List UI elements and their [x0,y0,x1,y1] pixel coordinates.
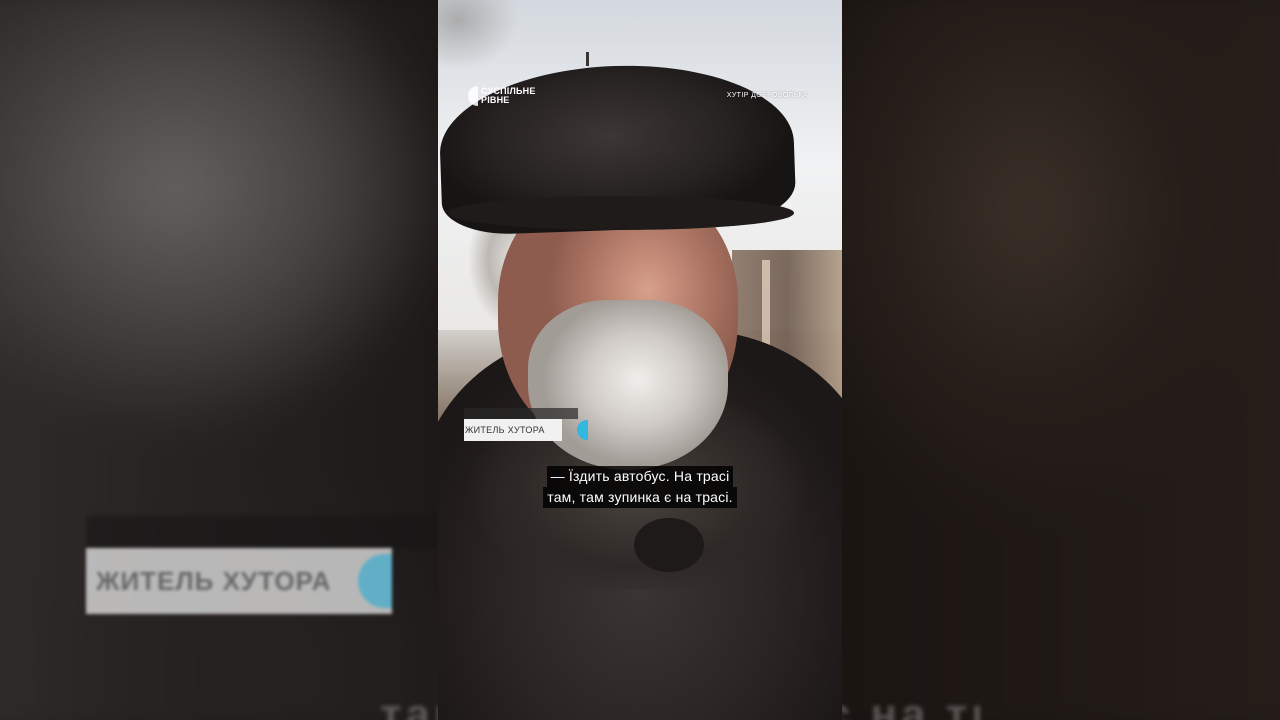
background-lower-third-bar [86,516,436,548]
background-lower-third: ЖИТЕЛЬ ХУТОРА [86,548,392,614]
logo-line-2: РІВНЕ [481,95,510,105]
subtitle: — Їздить автобус. На трасі там, там зупи… [438,466,842,508]
logo-mark-icon [468,86,478,106]
cap-stem [586,52,589,66]
tree-branches [438,0,518,90]
white-beard [528,300,728,470]
logo-text: СУСПІЛЬНЕ РІВНЕ [481,87,536,105]
channel-logo: СУСПІЛЬНЕ РІВНЕ [468,86,536,106]
location-caption: ХУТІР ДОБРОВОЛЬКА [726,92,808,99]
lower-third: ЖИТЕЛЬ ХУТОРА [464,419,588,441]
background-lower-third-label: ЖИТЕЛЬ ХУТОРА [96,565,332,596]
background-lower-third-accent [358,554,392,608]
cap-brim [448,196,794,230]
subtitle-line-2: там, там зупинка є на трасі. [543,487,737,508]
video-frame[interactable]: СУСПІЛЬНЕ РІВНЕ ХУТІР ДОБРОВОЛЬКА ЖИТЕЛЬ… [438,0,842,720]
subtitle-line-1: — Їздить автобус. На трасі [546,466,734,487]
video-player[interactable]: ЖИТЕЛЬ ХУТОРА там, там зупинка є на трас… [0,0,1280,720]
lower-third-label: ЖИТЕЛЬ ХУТОРА [465,425,545,435]
coat-button [634,518,704,572]
lower-third-bar [464,408,578,419]
